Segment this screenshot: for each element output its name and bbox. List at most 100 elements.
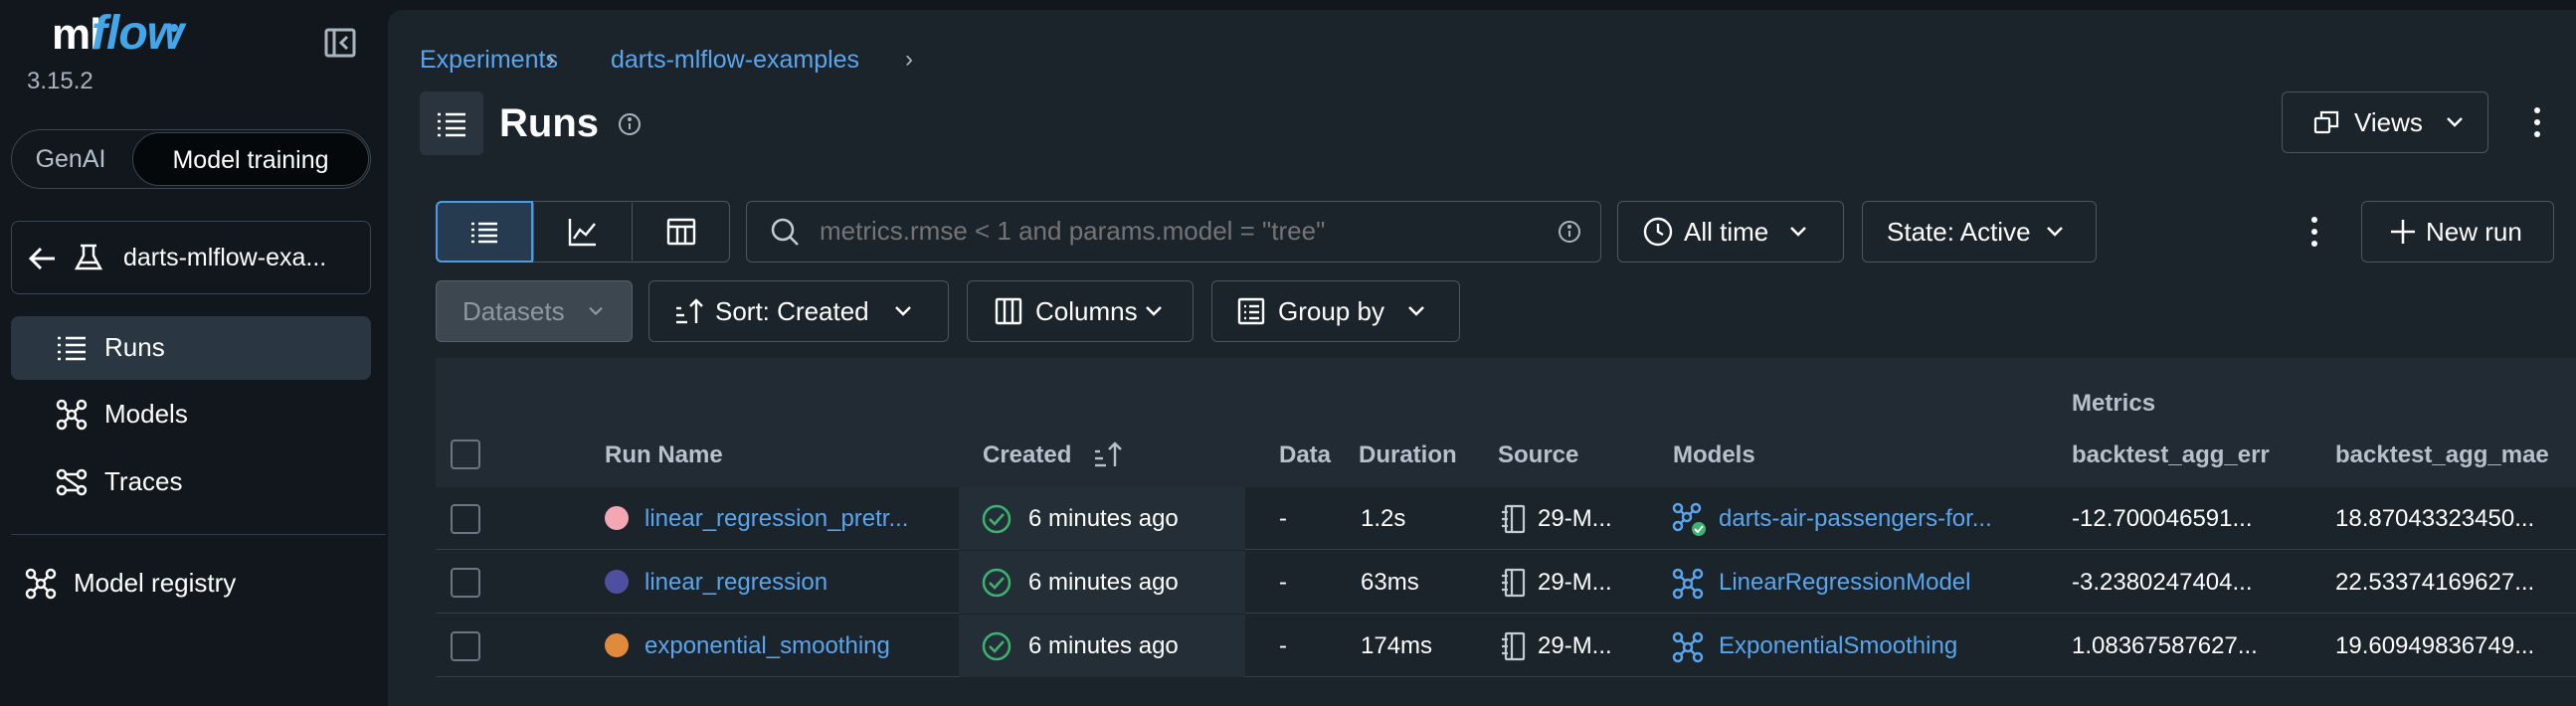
sidebar-item-traces-label: Traces (104, 466, 183, 496)
main-panel: Experiments › darts-mlflow-examples › Ru… (388, 10, 2576, 706)
breadcrumb-experiment[interactable]: darts-mlflow-examples (611, 46, 859, 75)
metric-backtest-agg-err: 1.08367587627... (2072, 632, 2258, 659)
created-time: 6 minutes ago (1028, 569, 1179, 596)
source-link[interactable]: 29-M... (1538, 505, 1612, 533)
views-icon (2313, 110, 2339, 134)
page-title: Runs (499, 101, 599, 145)
chevron-down-icon (2447, 117, 2463, 127)
mode-training-tab[interactable]: Model training (132, 132, 369, 186)
traces-icon (56, 468, 88, 496)
notebook-icon (1502, 504, 1526, 534)
model-icon (1672, 631, 1704, 663)
page-kebab-icon[interactable] (2532, 105, 2542, 139)
sidebar: ml flow 3.15.2 GenAI Model training dart… (0, 0, 386, 706)
line-chart-icon (568, 219, 596, 247)
run-name-link[interactable]: linear_regression (644, 569, 828, 597)
notebook-icon (1502, 631, 1526, 661)
row-checkbox[interactable] (451, 631, 480, 661)
group-by-label: Group by (1278, 295, 1384, 326)
back-arrow-icon[interactable] (28, 245, 58, 272)
page-list-toggle[interactable] (420, 91, 483, 155)
list-icon (438, 112, 465, 137)
model-link[interactable]: LinearRegressionModel (1719, 569, 1970, 597)
columns-icon (995, 297, 1022, 325)
chevron-down-icon (1408, 306, 1424, 316)
toolbar-kebab-icon[interactable] (2309, 215, 2319, 249)
column-header-source[interactable]: Source (1498, 441, 1578, 469)
run-color-dot (605, 633, 629, 657)
chevron-down-icon (1145, 306, 1162, 316)
select-all-checkbox[interactable] (451, 440, 480, 469)
sidebar-divider (11, 534, 386, 535)
time-filter-dropdown[interactable]: All time (1617, 201, 1844, 263)
views-dropdown[interactable]: Views (2282, 91, 2488, 153)
views-label: Views (2354, 106, 2423, 137)
data-value: - (1279, 632, 1287, 659)
row-checkbox[interactable] (451, 504, 480, 534)
column-header-created[interactable]: Created (983, 441, 1071, 469)
run-name-link[interactable]: linear_regression_pretr... (644, 505, 908, 533)
new-run-label: New run (2426, 216, 2522, 247)
created-time: 6 minutes ago (1028, 632, 1179, 659)
chevron-down-icon (1790, 227, 1807, 237)
sidebar-collapse-icon[interactable] (323, 26, 357, 60)
source-link[interactable]: 29-M... (1538, 569, 1612, 597)
sidebar-item-runs-label: Runs (104, 332, 165, 362)
metric-backtest-agg-mae: 22.53374169627... (2335, 569, 2535, 596)
row-checkbox[interactable] (451, 568, 480, 598)
sort-label: Sort: Created (715, 295, 869, 326)
columns-label: Columns (1035, 295, 1138, 326)
info-icon[interactable] (617, 111, 643, 137)
metric-backtest-agg-err: -3.2380247404... (2072, 569, 2253, 596)
metric-backtest-agg-mae: 18.87043323450... (2335, 505, 2535, 532)
sort-icon (676, 298, 703, 324)
metric-backtest-agg-mae: 19.60949836749... (2335, 632, 2535, 659)
group-by-icon (1237, 297, 1265, 325)
data-value: - (1279, 505, 1287, 532)
breadcrumb-separator: › (547, 46, 555, 73)
mode-genai-tab[interactable]: GenAI (11, 129, 130, 189)
source-link[interactable]: 29-M... (1538, 632, 1612, 660)
flask-icon (74, 244, 103, 270)
datasets-dropdown[interactable]: Datasets (436, 280, 633, 342)
breadcrumb-experiments[interactable]: Experiments (420, 46, 558, 75)
columns-dropdown[interactable]: Columns (967, 280, 1194, 342)
grid-table-icon (666, 218, 696, 246)
sort-dropdown[interactable]: Sort: Created (648, 280, 949, 342)
created-time: 6 minutes ago (1028, 505, 1179, 532)
state-filter-label: State: Active (1887, 216, 2031, 247)
sidebar-item-model-registry-label: Model registry (74, 568, 237, 598)
duration-value: 1.2s (1361, 505, 1406, 532)
metric-backtest-agg-err: -12.700046591... (2072, 505, 2253, 532)
model-link[interactable]: darts-air-passengers-for... (1719, 505, 1992, 533)
run-name-link[interactable]: exponential_smoothing (644, 632, 890, 660)
sort-ascending-icon[interactable] (1092, 440, 1124, 469)
column-header-models[interactable]: Models (1673, 441, 1755, 469)
run-color-dot (605, 570, 629, 594)
state-filter-dropdown[interactable]: State: Active (1862, 201, 2097, 263)
model-registry-icon (25, 568, 57, 600)
search-icon (771, 218, 799, 246)
run-color-dot (605, 506, 629, 530)
column-header-backtest-agg-err[interactable]: backtest_agg_err (2072, 441, 2270, 469)
column-header-run-name[interactable]: Run Name (605, 441, 723, 469)
success-check-icon (982, 504, 1012, 534)
clock-icon (1643, 217, 1673, 247)
group-by-dropdown[interactable]: Group by (1211, 280, 1460, 342)
column-header-backtest-agg-mae[interactable]: backtest_agg_mae (2335, 441, 2549, 469)
search-info-icon[interactable] (1557, 219, 1582, 245)
chevron-down-icon (588, 306, 603, 316)
chart-view-button[interactable] (534, 201, 632, 263)
duration-value: 174ms (1361, 632, 1433, 659)
column-header-duration[interactable]: Duration (1359, 441, 1457, 469)
app-version: 3.15.2 (27, 68, 93, 94)
search-input[interactable] (820, 216, 1416, 247)
model-link[interactable]: ExponentialSmoothing (1719, 632, 1957, 660)
new-run-button[interactable]: New run (2361, 201, 2554, 263)
table-view-button[interactable] (436, 201, 533, 263)
notebook-icon (1502, 568, 1526, 598)
column-header-data[interactable]: Data (1279, 441, 1331, 469)
artifact-view-button[interactable] (633, 201, 730, 263)
breadcrumb-separator: › (905, 46, 913, 73)
chevron-down-icon (894, 306, 911, 316)
